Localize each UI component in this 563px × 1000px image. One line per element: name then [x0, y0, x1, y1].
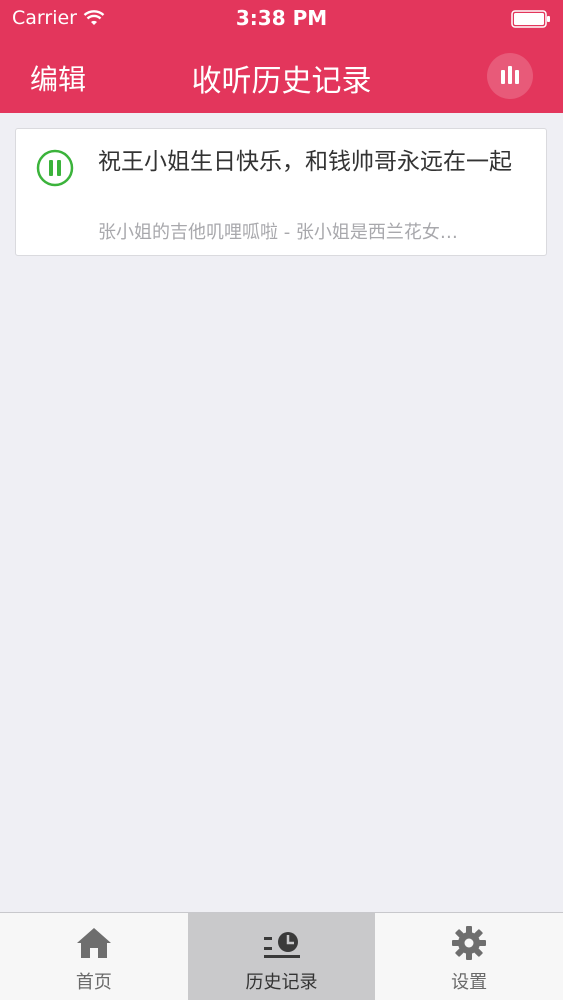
gear-icon — [452, 926, 487, 960]
navigation-bar: 编辑 收听历史记录 — [0, 40, 563, 113]
history-clock-icon — [263, 932, 300, 958]
page-title: 收听历史记录 — [191, 64, 372, 99]
header: Carrier 3:38 PM 编辑 收听历史记录 — [0, 0, 563, 113]
episode-subtitle: 张小姐的吉他叽哩呱啦 - 张小姐是西兰花女… — [98, 222, 458, 243]
history-list-item[interactable]: 祝王小姐生日快乐，和钱帅哥永远在一起 张小姐的吉他叽哩呱啦 - 张小姐是西兰花女… — [15, 128, 547, 256]
tab-label: 设置 — [451, 972, 488, 993]
battery-icon — [511, 10, 550, 28]
clock: 3:38 PM — [235, 6, 328, 30]
tab-bar: 首页 历史记录 设置 — [0, 912, 563, 1000]
tab-settings[interactable]: 设置 — [375, 913, 563, 1000]
tab-home[interactable]: 首页 — [0, 913, 188, 1000]
tab-label: 历史记录 — [245, 972, 318, 993]
equalizer-bars-icon — [501, 66, 519, 84]
episode-title: 祝王小姐生日快乐，和钱帅哥永远在一起 — [98, 149, 512, 175]
home-icon — [76, 928, 111, 958]
tab-history[interactable]: 历史记录 — [187, 913, 376, 1000]
tab-label: 首页 — [75, 972, 112, 993]
now-playing-button[interactable] — [487, 53, 533, 99]
pause-icon[interactable] — [36, 149, 74, 187]
status-bar: Carrier 3:38 PM — [0, 0, 563, 40]
